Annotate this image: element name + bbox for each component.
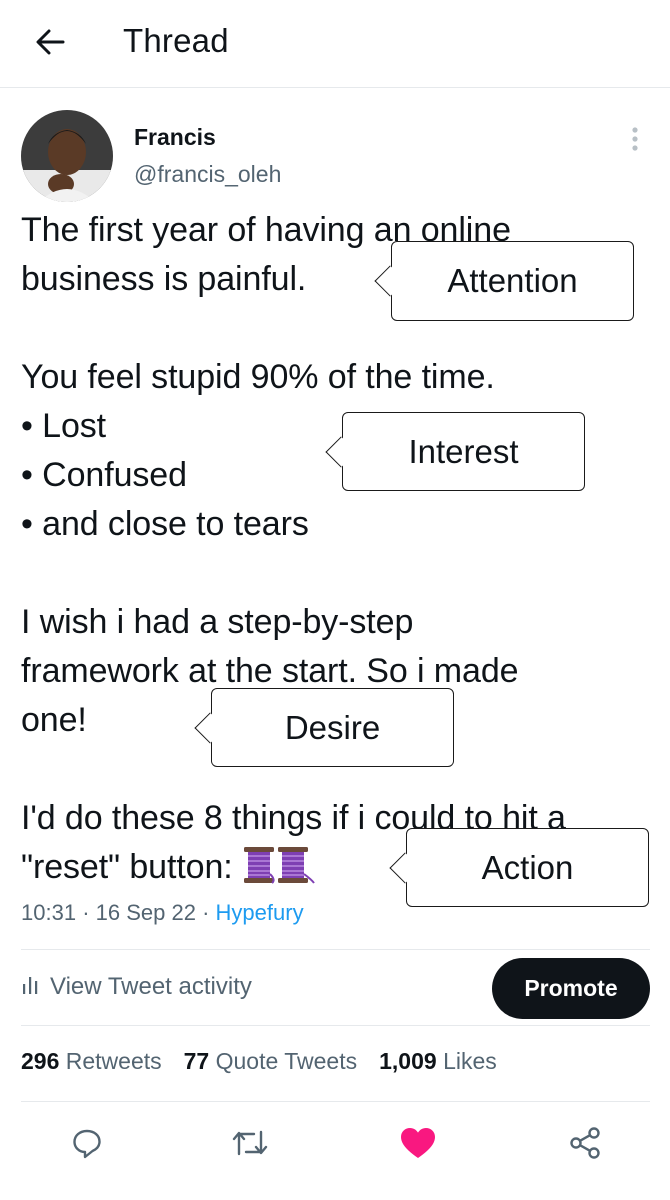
callout-action: Action (389, 828, 649, 907)
share-icon (570, 1127, 600, 1159)
likes-label: Likes (443, 1048, 497, 1074)
promote-button[interactable]: Promote (492, 958, 650, 1019)
divider (21, 1101, 650, 1102)
callout-desire: Desire (194, 688, 454, 767)
retweets-label: Retweets (65, 1048, 162, 1074)
meta-separator: · (202, 900, 210, 925)
meta-separator: · (82, 900, 90, 925)
top-bar: Thread (0, 0, 670, 88)
divider (21, 1025, 650, 1026)
tweet-date[interactable]: 16 Sep 22 (96, 900, 196, 925)
callout-interest: Interest (325, 412, 585, 491)
activity-bars-icon (22, 973, 38, 1001)
retweet-button[interactable] (225, 1118, 275, 1168)
arrow-left-icon (36, 29, 65, 55)
retweets-stat[interactable]: 296 Retweets (21, 1048, 162, 1075)
view-tweet-activity-label: View Tweet activity (50, 973, 252, 1000)
share-button[interactable] (560, 1118, 610, 1168)
like-button[interactable] (393, 1118, 443, 1168)
like-icon (401, 1128, 435, 1158)
page-title: Thread (123, 22, 229, 59)
callout-interest-label: Interest (408, 432, 519, 470)
tweet-action-bar (0, 1118, 670, 1168)
back-button[interactable] (30, 22, 70, 62)
callout-attention-label: Attention (447, 262, 578, 299)
reply-icon (73, 1129, 101, 1159)
callout-attention: Attention (374, 241, 634, 321)
view-tweet-activity-link[interactable]: View Tweet activity (22, 973, 252, 1001)
likes-stat[interactable]: 1,009 Likes (379, 1048, 497, 1075)
author-handle[interactable]: @francis_oleh (134, 161, 281, 188)
retweets-count: 296 (21, 1048, 60, 1074)
divider (21, 949, 650, 950)
author-name[interactable]: Francis (134, 124, 216, 151)
reply-button[interactable] (62, 1118, 112, 1168)
quote-tweets-count: 77 (183, 1048, 210, 1074)
thread-spool-icon (276, 846, 316, 898)
more-options-button[interactable] (620, 122, 650, 156)
avatar-image (21, 110, 113, 202)
avatar[interactable] (21, 110, 113, 202)
retweet-icon (232, 1130, 268, 1156)
tweet-source[interactable]: Hypefury (216, 900, 304, 925)
likes-count: 1,009 (379, 1048, 437, 1074)
more-vertical-icon (632, 127, 638, 151)
quote-tweets-label: Quote Tweets (215, 1048, 358, 1074)
tweet-meta: 10:31 · 16 Sep 22 · Hypefury (21, 900, 304, 926)
thread-spool-icon (242, 846, 276, 898)
callout-action-label: Action (481, 848, 574, 886)
engagement-stats: 296 Retweets 77 Quote Tweets 1,009 Likes (21, 1048, 519, 1075)
quote-tweets-stat[interactable]: 77 Quote Tweets (184, 1048, 357, 1075)
tweet-time[interactable]: 10:31 (21, 900, 76, 925)
callout-desire-label: Desire (284, 708, 381, 746)
